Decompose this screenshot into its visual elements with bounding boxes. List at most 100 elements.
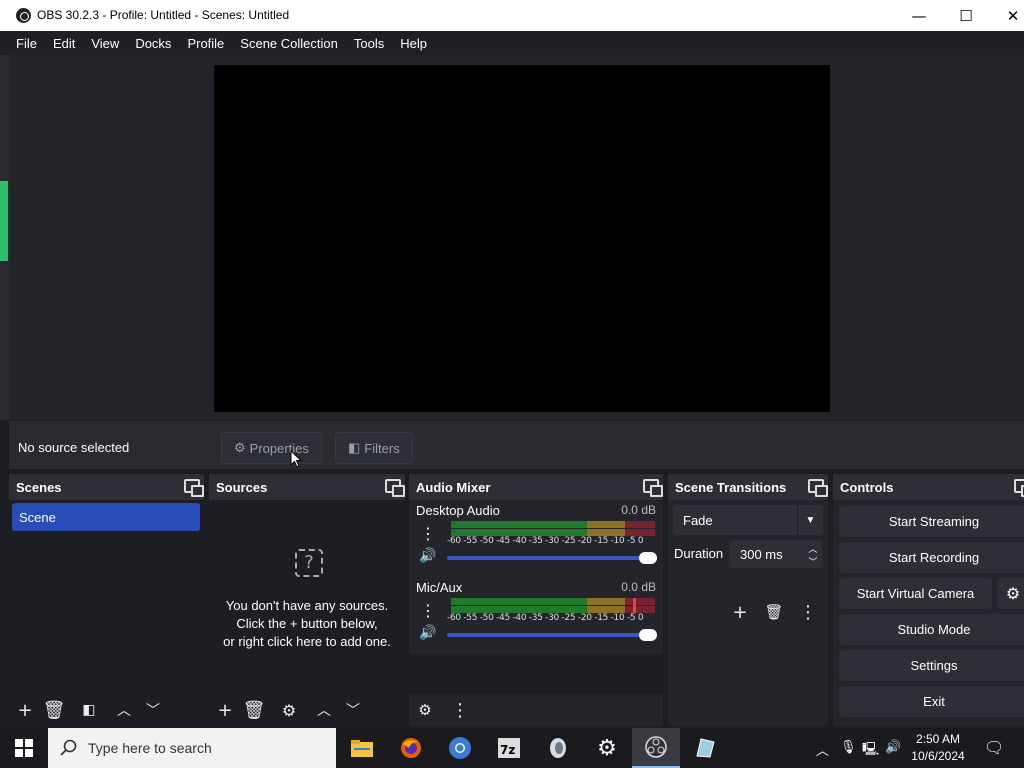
scene-transitions-dock: Scene Transitions Fade ▼ Duration 300 ms… xyxy=(668,474,828,726)
chrome-icon[interactable] xyxy=(436,728,484,768)
volume-slider[interactable] xyxy=(447,629,657,641)
trash-icon[interactable]: 🗑 xyxy=(241,697,267,723)
menu-help[interactable]: Help xyxy=(392,31,435,55)
scenes-dock-title: Scenes xyxy=(16,479,62,495)
gear-icon: ⚙ xyxy=(234,440,246,455)
exit-button[interactable]: Exit xyxy=(839,686,1024,717)
scene-list-item[interactable]: Scene xyxy=(12,503,200,531)
sources-list[interactable]: ? You don't have any sources. Click the … xyxy=(209,500,405,726)
meter-ticks: -60 -55 -50 -45 -40 -35 -30 -25 -20 -15 … xyxy=(447,536,644,546)
studio-mode-button[interactable]: Studio Mode xyxy=(839,614,1024,645)
microphone-icon[interactable]: 🎙 xyxy=(840,740,857,755)
duration-label: Duration xyxy=(674,546,724,561)
7zip-icon[interactable]: 7z xyxy=(485,728,533,768)
sources-empty-line1: You don't have any sources. xyxy=(225,598,389,613)
volume-tray-icon[interactable]: 🔊 xyxy=(885,740,901,755)
audio-mixer-body: Desktop Audio 0.0 dB ⋮ -60 -55 -50 -45 -… xyxy=(409,500,663,726)
start-recording-button[interactable]: Start Recording xyxy=(839,542,1024,573)
start-streaming-button[interactable]: Start Streaming xyxy=(839,506,1024,537)
obs-logo-icon xyxy=(16,8,31,23)
channel-level: 0.0 dB xyxy=(621,580,656,594)
obs-taskbar-icon[interactable] xyxy=(632,728,680,768)
trash-icon[interactable]: 🗑 xyxy=(41,697,67,723)
menu-file[interactable]: File xyxy=(8,31,45,55)
chevron-down-icon: ▼ xyxy=(797,505,823,535)
search-placeholder: Type here to search xyxy=(88,740,212,756)
menu-tools[interactable]: Tools xyxy=(346,31,392,55)
taskbar-clock[interactable]: 2:50 AM 10/6/2024 xyxy=(904,731,972,765)
mixer-menu-icon[interactable]: ⋮ xyxy=(447,697,473,723)
menu-view[interactable]: View xyxy=(83,31,127,55)
taskbar-search[interactable]: Type here to search xyxy=(48,728,336,768)
add-transition-icon[interactable]: + xyxy=(727,599,753,625)
file-explorer-icon[interactable] xyxy=(338,728,386,768)
settings-button[interactable]: Settings xyxy=(839,650,1024,681)
duration-input[interactable]: 300 ms ︿ ﹀ xyxy=(730,540,822,568)
mixer-empty-area xyxy=(409,654,663,694)
transition-selected: Fade xyxy=(683,513,713,528)
notification-icon[interactable]: 🗨 xyxy=(984,738,1004,757)
scene-transitions-header: Scene Transitions xyxy=(668,474,828,500)
menu-scene-collection[interactable]: Scene Collection xyxy=(232,31,346,55)
minimize-button[interactable]: — xyxy=(896,0,942,31)
move-up-icon[interactable]: ︿ xyxy=(311,697,337,723)
menu-profile[interactable]: Profile xyxy=(179,31,232,55)
filters-label: Filters xyxy=(364,440,400,456)
volume-slider-knob[interactable] xyxy=(639,629,657,641)
move-down-icon[interactable]: ﹀ xyxy=(140,697,166,723)
add-source-icon[interactable]: + xyxy=(212,697,238,723)
controls-body: Start Streaming Start Recording Start Vi… xyxy=(833,500,1024,726)
undock-icon[interactable] xyxy=(643,479,663,497)
audio-mixer-header: Audio Mixer xyxy=(409,474,663,500)
virtual-camera-settings-icon[interactable]: ⚙ xyxy=(997,578,1024,609)
duration-value: 300 ms xyxy=(740,547,783,562)
close-button[interactable]: ✕ xyxy=(990,0,1024,31)
controls-header: Controls xyxy=(833,474,1024,500)
start-virtual-camera-button[interactable]: Start Virtual Camera xyxy=(839,578,992,609)
channel-menu-icon[interactable]: ⋮ xyxy=(419,601,437,621)
settings-gear-icon[interactable]: ⚙ xyxy=(583,728,631,768)
scene-filters-icon[interactable]: ◧ xyxy=(76,697,102,723)
network-icon[interactable]: 🖳 xyxy=(862,740,879,762)
channel-name: Mic/Aux xyxy=(416,580,463,595)
sources-dock: Sources ? You don't have any sources. Cl… xyxy=(209,474,405,726)
add-scene-icon[interactable]: + xyxy=(12,697,38,723)
transition-menu-icon[interactable]: ⋮ xyxy=(795,599,821,625)
spin-down-icon[interactable]: ﹀ xyxy=(804,554,822,568)
menu-edit[interactable]: Edit xyxy=(45,31,83,55)
windows-taskbar: Type here to search 7z ⚙ ︿ 🎙 🖳 🔊 2:50 AM… xyxy=(0,728,1024,768)
move-up-icon[interactable]: ︿ xyxy=(111,697,137,723)
spin-up-icon[interactable]: ︿ xyxy=(804,541,822,555)
filters-button[interactable]: ◧ Filters xyxy=(335,432,413,464)
channel-level: 0.0 dB xyxy=(621,503,656,517)
advanced-audio-icon[interactable]: ⚙ xyxy=(412,697,438,723)
program-preview[interactable] xyxy=(214,65,830,412)
channel-menu-icon[interactable]: ⋮ xyxy=(419,524,437,544)
start-button[interactable] xyxy=(0,728,48,768)
maximize-button[interactable]: ☐ xyxy=(943,0,989,31)
speaker-icon[interactable]: 🔊 xyxy=(419,625,436,641)
chevron-up-icon[interactable]: ︿ xyxy=(816,740,829,759)
scene-transitions-body: Fade ▼ Duration 300 ms ︿ ﹀ + 🗑 ⋮ xyxy=(668,500,828,726)
left-edge-indicator xyxy=(0,181,8,261)
undock-icon[interactable] xyxy=(385,479,405,497)
sources-empty-line3: or right click here to add one. xyxy=(223,634,391,649)
clock-time: 2:50 AM xyxy=(915,732,961,746)
clock-date: 10/6/2024 xyxy=(911,749,965,763)
properties-button[interactable]: ⚙ Properties xyxy=(221,432,322,464)
gear-icon[interactable]: ⚙ xyxy=(276,697,302,723)
speaker-icon[interactable]: 🔊 xyxy=(419,548,436,564)
move-down-icon[interactable]: ﹀ xyxy=(340,697,366,723)
media-app-icon[interactable] xyxy=(534,728,582,768)
trash-icon[interactable]: 🗑 xyxy=(761,599,787,625)
menu-docks[interactable]: Docks xyxy=(127,31,179,55)
undock-icon[interactable] xyxy=(808,479,828,497)
notes-app-icon[interactable] xyxy=(681,728,729,768)
undock-icon[interactable] xyxy=(184,479,204,497)
volume-slider-knob[interactable] xyxy=(639,552,657,564)
left-edge-strip xyxy=(0,55,9,420)
firefox-icon[interactable] xyxy=(387,728,435,768)
transition-select[interactable]: Fade ▼ xyxy=(673,505,823,535)
undock-icon[interactable] xyxy=(1014,479,1024,497)
volume-slider[interactable] xyxy=(447,552,657,564)
